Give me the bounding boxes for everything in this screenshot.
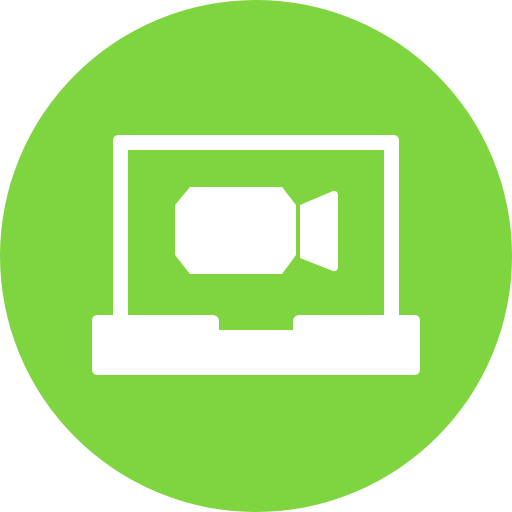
video-camera-icon xyxy=(175,187,338,274)
icon-canvas xyxy=(0,0,512,512)
video-camera-body xyxy=(175,187,296,274)
laptop-video-call-icon xyxy=(0,0,512,512)
video-camera-lens xyxy=(300,190,338,272)
